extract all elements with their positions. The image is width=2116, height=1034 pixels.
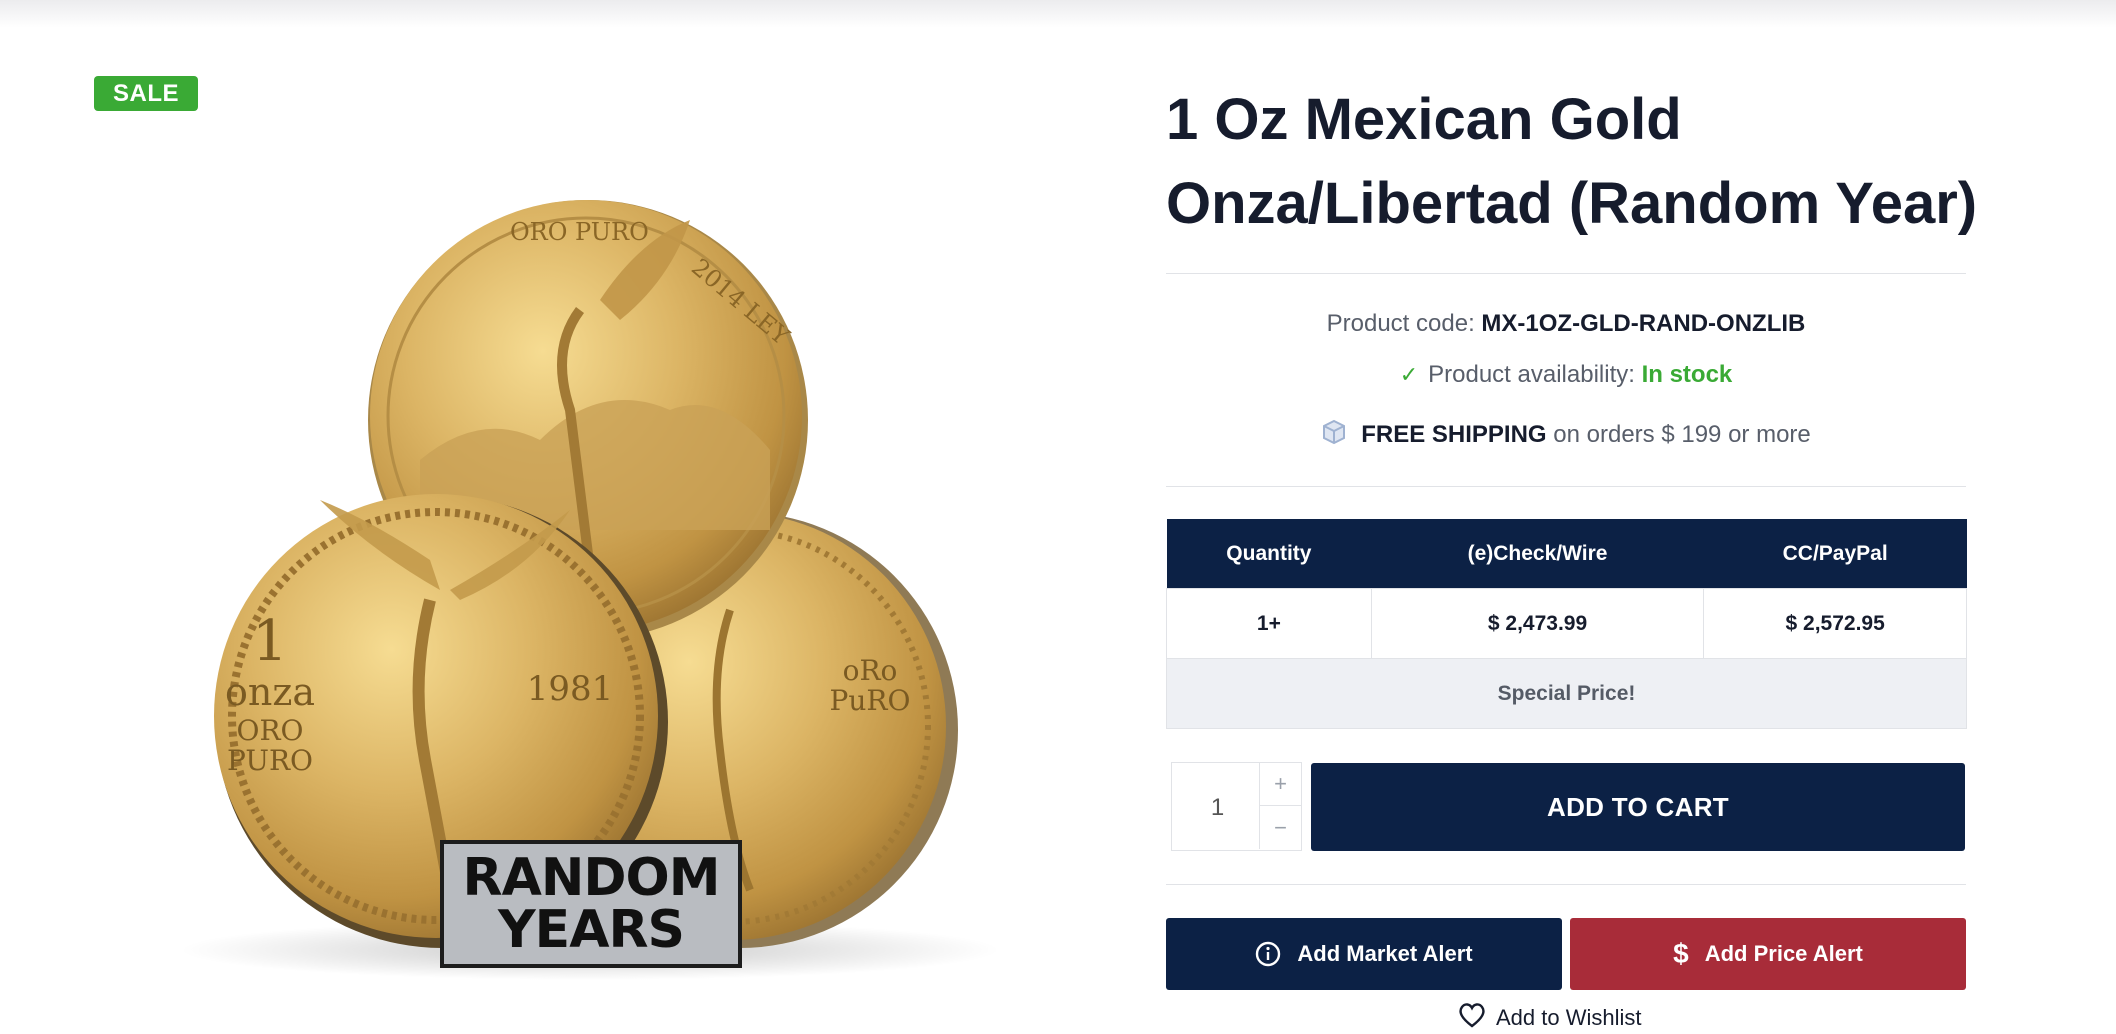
table-row: 1+ $ 2,473.99 $ 2,572.95 [1166,588,1967,659]
svg-text:ORO: ORO [237,714,304,747]
divider [1166,486,1966,487]
special-price-row: Special Price! [1166,658,1967,729]
svg-text:PuRO: PuRO [830,684,911,717]
availability-line: ✓ Product availability: In stock [1166,361,1966,389]
product-code-label: Product code: [1326,310,1475,337]
special-price-label: Special Price! [1166,658,1967,729]
product-code-value: MX-1OZ-GLD-RAND-ONZLIB [1481,310,1806,337]
add-market-alert-label: Add Market Alert [1297,941,1473,966]
header-cc-paypal: CC/PayPal [1703,519,1967,589]
svg-text:ORO PURO: ORO PURO [510,218,649,246]
add-market-alert-button[interactable]: Add Market Alert [1166,918,1562,990]
price-card-cell: $ 2,572.95 [1703,588,1967,659]
check-icon: ✓ [1399,362,1419,387]
quantity-stepper[interactable]: + − [1171,762,1302,852]
free-shipping-detail: on orders $ 199 or more [1553,420,1811,448]
svg-text:1981: 1981 [527,669,614,709]
svg-text:PURO: PURO [227,744,313,777]
add-to-cart-button[interactable]: ADD TO CART [1311,763,1965,851]
header-quantity: Quantity [1166,519,1372,589]
info-icon [1255,941,1281,967]
add-to-wishlist-link[interactable]: Add to Wishlist [1458,1002,1642,1034]
divider [1166,884,1966,885]
add-price-alert-button[interactable]: $ Add Price Alert [1570,918,1966,990]
divider [1166,273,1966,274]
header-shadow [0,0,2116,28]
dollar-icon: $ [1673,938,1689,969]
svg-text:oRo: oRo [843,654,898,687]
svg-text:onza: onza [225,670,315,714]
header-check-wire: (e)Check/Wire [1371,519,1704,589]
quantity-decrease-button[interactable]: − [1259,806,1301,849]
free-shipping-label: FREE SHIPPING [1361,420,1547,448]
price-qty-cell: 1+ [1166,588,1372,659]
overlay-line-1: RANDOM [462,848,721,908]
svg-text:1: 1 [252,609,288,674]
add-to-wishlist-label: Add to Wishlist [1496,1005,1642,1030]
pricing-table: Quantity (e)Check/Wire CC/PayPal 1+ $ 2,… [1166,519,1967,729]
add-price-alert-label: Add Price Alert [1704,941,1863,966]
shipping-line: FREE SHIPPING on orders $ 199 or more [1166,419,1966,452]
random-years-overlay: RANDOM YEARS [440,840,742,968]
quantity-increase-button[interactable]: + [1259,763,1301,806]
sale-badge: SALE [94,76,198,111]
availability-value: In stock [1641,361,1733,388]
box-icon [1321,419,1347,452]
overlay-line-2: YEARS [498,900,685,960]
quantity-input[interactable] [1172,763,1263,852]
availability-label: Product availability: [1428,361,1635,388]
pricing-header-row: Quantity (e)Check/Wire CC/PayPal [1166,519,1967,589]
product-title: 1 Oz Mexican Gold Onza/Libertad (Random … [1166,87,1978,236]
heart-icon [1458,1002,1486,1034]
price-check-cell: $ 2,473.99 [1370,588,1705,659]
product-code-line: Product code: MX-1OZ-GLD-RAND-ONZLIB [1166,310,1966,338]
